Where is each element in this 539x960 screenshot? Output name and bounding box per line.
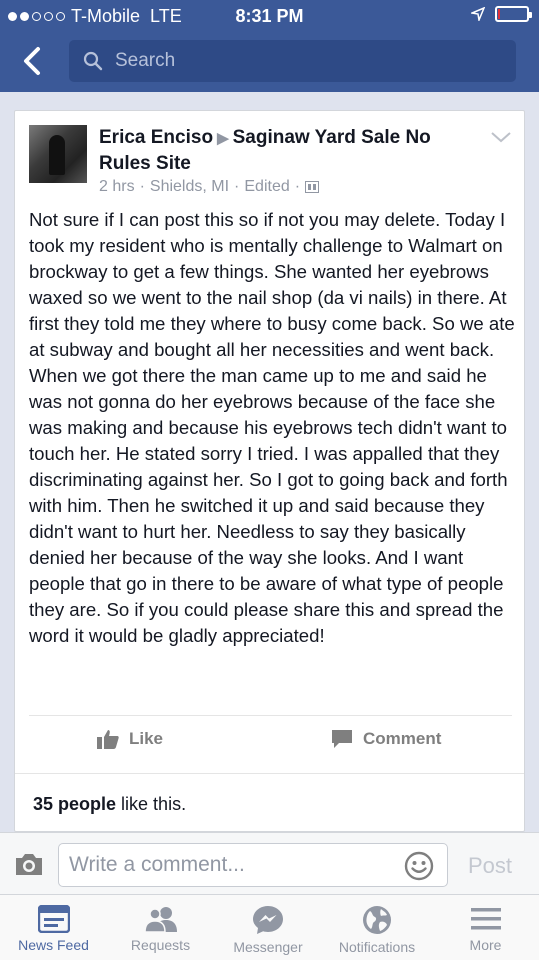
- battery-icon: [495, 6, 532, 22]
- tab-label: Messenger: [233, 939, 303, 955]
- tab-label: News Feed: [18, 937, 89, 953]
- group-icon: [305, 181, 320, 193]
- chevron-left-icon: [24, 47, 40, 75]
- divider: [15, 773, 524, 774]
- status-bar: T-Mobile LTE 8:31 PM: [0, 0, 539, 34]
- post-card: Erica Enciso ▶ Saginaw Yard Sale No Rules …: [14, 110, 525, 832]
- edited-label[interactable]: Edited: [244, 178, 289, 196]
- thumbs-up-icon: [97, 730, 119, 749]
- likes-suffix: like this.: [121, 794, 187, 814]
- search-placeholder: Search: [115, 50, 176, 71]
- camera-icon[interactable]: [14, 851, 44, 877]
- post-meta: 2 hrs · Shields, MI · Edited ·: [99, 178, 320, 196]
- bottom-tab-bar: News Feed Requests Messenger Notificatio…: [0, 894, 539, 960]
- likes-count: 35 people: [33, 794, 117, 814]
- messenger-icon: [253, 906, 283, 934]
- news-feed-icon: [37, 905, 70, 933]
- like-label: Like: [129, 729, 164, 748]
- like-button[interactable]: Like: [97, 729, 163, 749]
- tab-label: Notifications: [338, 939, 416, 955]
- comment-button[interactable]: Comment: [331, 729, 441, 749]
- meta-separator: ·: [294, 178, 301, 195]
- comment-bubble-icon: [332, 730, 352, 748]
- comment-input[interactable]: Write a comment...: [58, 843, 448, 887]
- back-button[interactable]: [18, 44, 48, 78]
- divider: [29, 715, 512, 716]
- comment-label: Comment: [363, 729, 442, 748]
- post-time[interactable]: 2 hrs: [99, 178, 135, 196]
- avatar[interactable]: [29, 125, 87, 183]
- post-location[interactable]: Shields, MI: [150, 178, 229, 196]
- tab-news-feed[interactable]: News Feed: [0, 895, 107, 960]
- post-header: Erica Enciso ▶ Saginaw Yard Sale No Rules …: [99, 125, 479, 176]
- search-icon: [83, 51, 103, 71]
- likes-summary[interactable]: 35 people like this.: [33, 794, 186, 815]
- status-right: [471, 6, 532, 22]
- hamburger-menu-icon: [470, 908, 501, 930]
- comment-composer: Write a comment... Post: [0, 832, 539, 894]
- post-comment-button[interactable]: Post: [468, 853, 512, 879]
- location-arrow-icon: [471, 7, 485, 21]
- tab-notifications[interactable]: Notifications: [322, 895, 432, 960]
- friend-requests-icon: [143, 907, 177, 933]
- arrow-right-icon: ▶: [217, 130, 229, 147]
- meta-separator: ·: [234, 178, 240, 195]
- tab-label: Requests: [130, 937, 191, 953]
- author-name[interactable]: Erica Enciso: [99, 127, 213, 148]
- globe-icon: [363, 906, 391, 934]
- top-navigation-bar: T-Mobile LTE 8:31 PM Search: [0, 0, 539, 92]
- post-body: Not sure if I can post this so if not yo…: [29, 209, 515, 646]
- tab-messenger[interactable]: Messenger: [214, 895, 322, 960]
- chevron-down-icon[interactable]: [490, 129, 512, 145]
- search-input[interactable]: Search: [69, 40, 516, 82]
- tab-label: More: [469, 937, 502, 953]
- meta-separator: ·: [139, 178, 145, 195]
- tab-more[interactable]: More: [432, 895, 539, 960]
- smiley-icon[interactable]: [404, 851, 434, 881]
- clock: 8:31 PM: [235, 6, 304, 26]
- tab-requests[interactable]: Requests: [107, 895, 214, 960]
- comment-placeholder: Write a comment...: [69, 853, 245, 876]
